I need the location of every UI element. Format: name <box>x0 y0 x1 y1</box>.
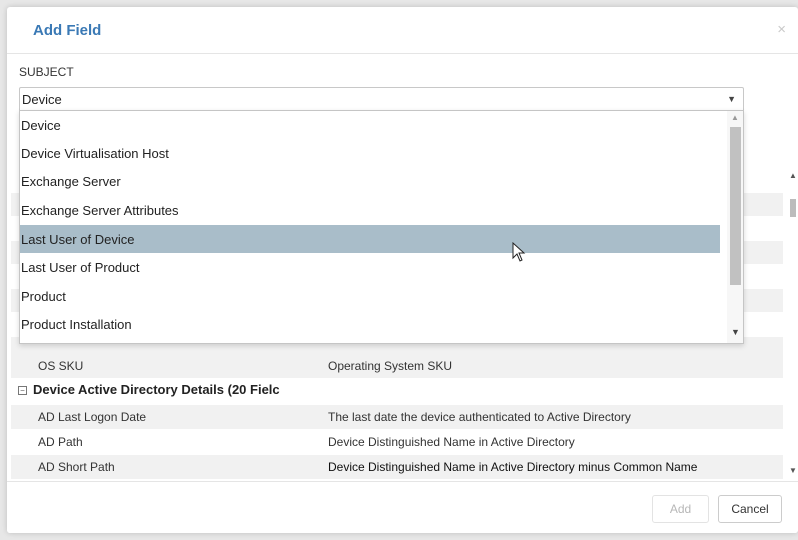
group-header[interactable]: − Device Active Directory Details (20 Fi… <box>11 379 783 402</box>
option-label: Device Virtualisation Host <box>21 146 169 161</box>
field-name: AD Path <box>38 435 83 449</box>
group-title: Device Active Directory Details (20 Fiel… <box>33 382 280 397</box>
chevron-down-icon[interactable]: ▼ <box>727 94 736 104</box>
mouse-cursor-icon <box>512 242 526 262</box>
scroll-up-icon[interactable]: ▲ <box>731 113 739 122</box>
dropdown-option-highlighted[interactable]: Last User of Device <box>20 225 720 253</box>
option-label: Exchange Server Attributes <box>21 203 179 218</box>
add-field-dialog: Add Field × SUBJECT OS SKU Operating Sys… <box>7 7 798 533</box>
option-label: Device <box>21 118 61 133</box>
cancel-button[interactable]: Cancel <box>718 495 782 523</box>
field-description: Device Distinguished Name in Active Dire… <box>328 435 575 449</box>
subject-select[interactable]: Device ▼ <box>19 87 744 112</box>
scrollbar-thumb[interactable] <box>790 199 796 217</box>
table-row[interactable]: OS SKU Operating System SKU <box>11 354 783 378</box>
table-row[interactable]: AD Short Path Device Distinguished Name … <box>11 455 783 479</box>
dropdown-scrollbar[interactable]: ▲ ▼ <box>727 111 743 343</box>
scroll-up-icon[interactable]: ▲ <box>789 171 797 180</box>
dropdown-option[interactable]: Exchange Server <box>20 167 720 195</box>
field-name: OS SKU <box>38 359 84 373</box>
dropdown-option[interactable]: Product <box>20 282 720 310</box>
field-name: AD Last Logon Date <box>38 410 147 424</box>
dropdown-option[interactable]: Device Virtualisation Host <box>20 139 720 167</box>
table-row[interactable]: AD Path Device Distinguished Name in Act… <box>11 430 783 454</box>
scroll-down-icon[interactable]: ▼ <box>789 466 797 475</box>
field-description: Device Distinguished Name in Active Dire… <box>328 460 698 474</box>
subject-label: SUBJECT <box>19 65 74 79</box>
dialog-title: Add Field <box>33 22 102 39</box>
dialog-header: Add Field × <box>7 7 798 54</box>
dropdown-option[interactable]: Last User of Product <box>20 253 720 281</box>
subject-select-value: Device <box>22 92 62 107</box>
table-row[interactable]: AD Last Logon Date The last date the dev… <box>11 405 783 429</box>
add-button[interactable]: Add <box>652 495 709 523</box>
field-description: The last date the device authenticated t… <box>328 410 631 424</box>
dropdown-option[interactable]: Device <box>20 111 720 139</box>
field-description: Operating System SKU <box>328 359 453 373</box>
option-label: Product Installation <box>21 317 132 332</box>
option-label: Exchange Server <box>21 174 121 189</box>
scrollbar-thumb[interactable] <box>730 127 741 285</box>
list-scrollbar[interactable]: ▲ ▼ <box>787 169 798 481</box>
dropdown-option[interactable]: Exchange Server Attributes <box>20 196 720 224</box>
close-icon[interactable]: × <box>777 21 786 38</box>
dropdown-option[interactable]: Product Installation <box>20 310 720 338</box>
option-label: Last User of Product <box>21 260 140 275</box>
collapse-icon[interactable]: − <box>18 386 27 395</box>
scroll-down-icon[interactable]: ▼ <box>731 327 740 337</box>
dialog-footer: Add Cancel <box>7 481 798 533</box>
option-label: Last User of Device <box>21 232 135 247</box>
field-name: AD Short Path <box>38 460 115 474</box>
option-label: Product <box>21 289 66 304</box>
subject-dropdown[interactable]: Device Device Virtualisation Host Exchan… <box>19 110 744 344</box>
